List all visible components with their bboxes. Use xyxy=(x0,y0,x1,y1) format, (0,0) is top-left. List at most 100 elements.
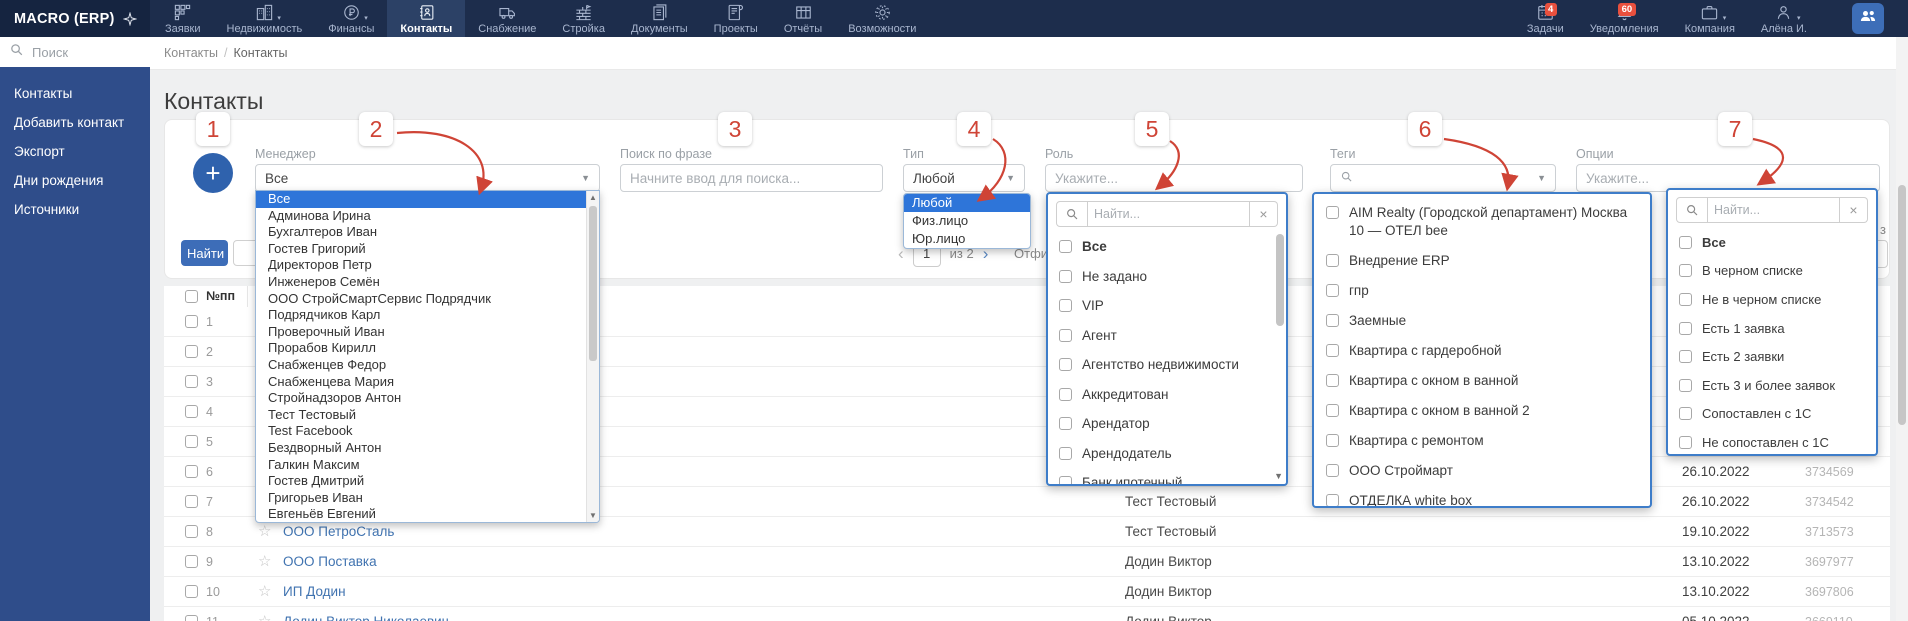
row-checkbox[interactable] xyxy=(185,405,198,418)
manager-option[interactable]: ООО СтройСмартСервис Подрядчик xyxy=(256,291,599,308)
options-option[interactable]: Не сопоставлен с 1С xyxy=(1668,428,1876,456)
contact-name-link[interactable]: ООО ПетроСталь xyxy=(283,524,394,539)
dropdown-scrollbar[interactable]: ▲ ▼ xyxy=(586,191,599,522)
manager-option[interactable]: Стройнадзоров Антон xyxy=(256,390,599,407)
scroll-up-icon[interactable]: ▲ xyxy=(587,193,599,202)
checkbox-icon[interactable] xyxy=(1679,236,1692,249)
checkbox-icon[interactable] xyxy=(1059,447,1072,460)
select-all-checkbox[interactable] xyxy=(185,290,198,303)
checkbox-icon[interactable] xyxy=(1679,264,1692,277)
type-select[interactable]: Любой ▼ xyxy=(903,164,1025,192)
role-option[interactable]: VIP xyxy=(1048,291,1286,321)
page-scrollbar-thumb[interactable] xyxy=(1898,185,1906,425)
people-button[interactable] xyxy=(1852,3,1884,34)
options-option[interactable]: Есть 1 заявка xyxy=(1668,314,1876,343)
app-logo[interactable]: MACRO (ERP) xyxy=(0,0,150,37)
manager-option[interactable]: Григорьев Иван xyxy=(256,490,599,507)
row-checkbox[interactable] xyxy=(185,315,198,328)
options-option[interactable]: Есть 2 заявки xyxy=(1668,342,1876,371)
checkbox-icon[interactable] xyxy=(1059,388,1072,401)
options-option[interactable]: Не в черном списке xyxy=(1668,285,1876,314)
role-search-input[interactable] xyxy=(1088,201,1250,227)
manager-option[interactable]: Бездворный Антон xyxy=(256,440,599,457)
checkbox-icon[interactable] xyxy=(1679,350,1692,363)
sidebar-item-2[interactable]: Экспорт xyxy=(0,137,150,166)
manager-option[interactable]: Евгеньёв Евгений xyxy=(256,506,599,523)
star-icon[interactable]: ☆ xyxy=(258,582,271,600)
sidebar-item-4[interactable]: Источники xyxy=(0,195,150,224)
nav-item-briefcase[interactable]: ▾Компания xyxy=(1672,0,1748,37)
checkbox-icon[interactable] xyxy=(1679,407,1692,420)
tag-option[interactable]: Квартира с окном в ванной 2 xyxy=(1314,396,1650,426)
scrollbar-thumb[interactable] xyxy=(589,206,597,361)
manager-select[interactable]: Все ▼ xyxy=(255,164,600,192)
tag-option[interactable]: AIM Realty (Городской департамент) Москв… xyxy=(1314,198,1650,246)
tag-option[interactable]: Квартира с окном в ванной xyxy=(1314,366,1650,396)
manager-option[interactable]: Проверочный Иван xyxy=(256,324,599,341)
star-icon[interactable]: ☆ xyxy=(258,552,271,570)
options-search-input[interactable] xyxy=(1708,197,1840,223)
nav-item-ruble[interactable]: ▾Финансы xyxy=(315,0,387,37)
row-checkbox[interactable] xyxy=(185,375,198,388)
nav-item-grid[interactable]: Заявки xyxy=(152,0,214,37)
checkbox-icon[interactable] xyxy=(1679,322,1692,335)
manager-option[interactable]: Тест Тестовый xyxy=(256,407,599,424)
type-option[interactable]: Юр.лицо xyxy=(904,230,1030,248)
row-checkbox[interactable] xyxy=(185,345,198,358)
scroll-down-icon[interactable]: ▼ xyxy=(587,511,599,520)
options-option[interactable]: Все xyxy=(1668,228,1876,257)
pin-icon[interactable] xyxy=(123,12,137,26)
phrase-search-input[interactable] xyxy=(620,164,883,192)
checkbox-icon[interactable] xyxy=(1059,329,1072,342)
nav-item-blueprint[interactable]: Проекты xyxy=(701,0,771,37)
row-checkbox[interactable] xyxy=(185,525,198,538)
checkbox-icon[interactable] xyxy=(1326,374,1339,387)
checkbox-icon[interactable] xyxy=(1059,270,1072,283)
nav-item-gear[interactable]: Возможности xyxy=(835,0,929,37)
contact-name-link[interactable]: Додин Виктор Николаевич xyxy=(283,614,449,621)
manager-option[interactable]: Галкин Максим xyxy=(256,457,599,474)
role-option[interactable]: Аккредитован xyxy=(1048,380,1286,410)
clear-icon[interactable]: × xyxy=(1840,197,1868,223)
role-option[interactable]: Арендатор xyxy=(1048,409,1286,439)
find-button[interactable]: Найти xyxy=(181,240,228,266)
nav-item-documents[interactable]: Документы xyxy=(618,0,701,37)
tag-option[interactable]: гпр xyxy=(1314,276,1650,306)
role-multiselect[interactable] xyxy=(1045,164,1303,192)
checkbox-icon[interactable] xyxy=(1326,344,1339,357)
checkbox-icon[interactable] xyxy=(1326,284,1339,297)
manager-option[interactable]: Инженеров Семён xyxy=(256,274,599,291)
nav-item-bell[interactable]: 60Уведомления xyxy=(1577,0,1672,37)
checkbox-icon[interactable] xyxy=(1326,314,1339,327)
type-option[interactable]: Любой xyxy=(904,194,1030,212)
clear-icon[interactable]: × xyxy=(1250,201,1278,227)
row-checkbox[interactable] xyxy=(185,495,198,508)
role-option[interactable]: Все xyxy=(1048,232,1286,262)
checkbox-icon[interactable] xyxy=(1326,254,1339,267)
checkbox-icon[interactable] xyxy=(1326,206,1339,219)
scroll-down-icon[interactable]: ▼ xyxy=(1274,471,1283,481)
row-checkbox[interactable] xyxy=(185,465,198,478)
checkbox-icon[interactable] xyxy=(1679,293,1692,306)
star-icon[interactable]: ☆ xyxy=(258,522,271,540)
star-icon[interactable]: ☆ xyxy=(258,612,271,621)
add-contact-button[interactable]: + xyxy=(193,153,233,193)
checkbox-icon[interactable] xyxy=(1059,476,1072,486)
row-checkbox[interactable] xyxy=(185,435,198,448)
manager-option[interactable]: Все xyxy=(256,191,599,208)
sidebar-search-input[interactable] xyxy=(30,44,139,61)
row-checkbox[interactable] xyxy=(185,615,198,621)
nav-item-truck[interactable]: Снабжение xyxy=(465,0,549,37)
nav-item-building[interactable]: ▾Недвижимость xyxy=(214,0,316,37)
manager-option[interactable]: Подрядчиков Карл xyxy=(256,307,599,324)
checkbox-icon[interactable] xyxy=(1059,240,1072,253)
checkbox-icon[interactable] xyxy=(1679,379,1692,392)
page-scrollbar[interactable] xyxy=(1896,37,1908,621)
sidebar-item-0[interactable]: Контакты xyxy=(0,79,150,108)
manager-option[interactable]: Админова Ирина xyxy=(256,208,599,225)
nav-item-report[interactable]: Отчёты xyxy=(771,0,835,37)
nav-item-contacts[interactable]: Контакты xyxy=(387,0,465,37)
checkbox-icon[interactable] xyxy=(1326,404,1339,417)
checkbox-icon[interactable] xyxy=(1679,436,1692,449)
tag-option[interactable]: ОТДЕЛКА white box xyxy=(1314,486,1650,508)
